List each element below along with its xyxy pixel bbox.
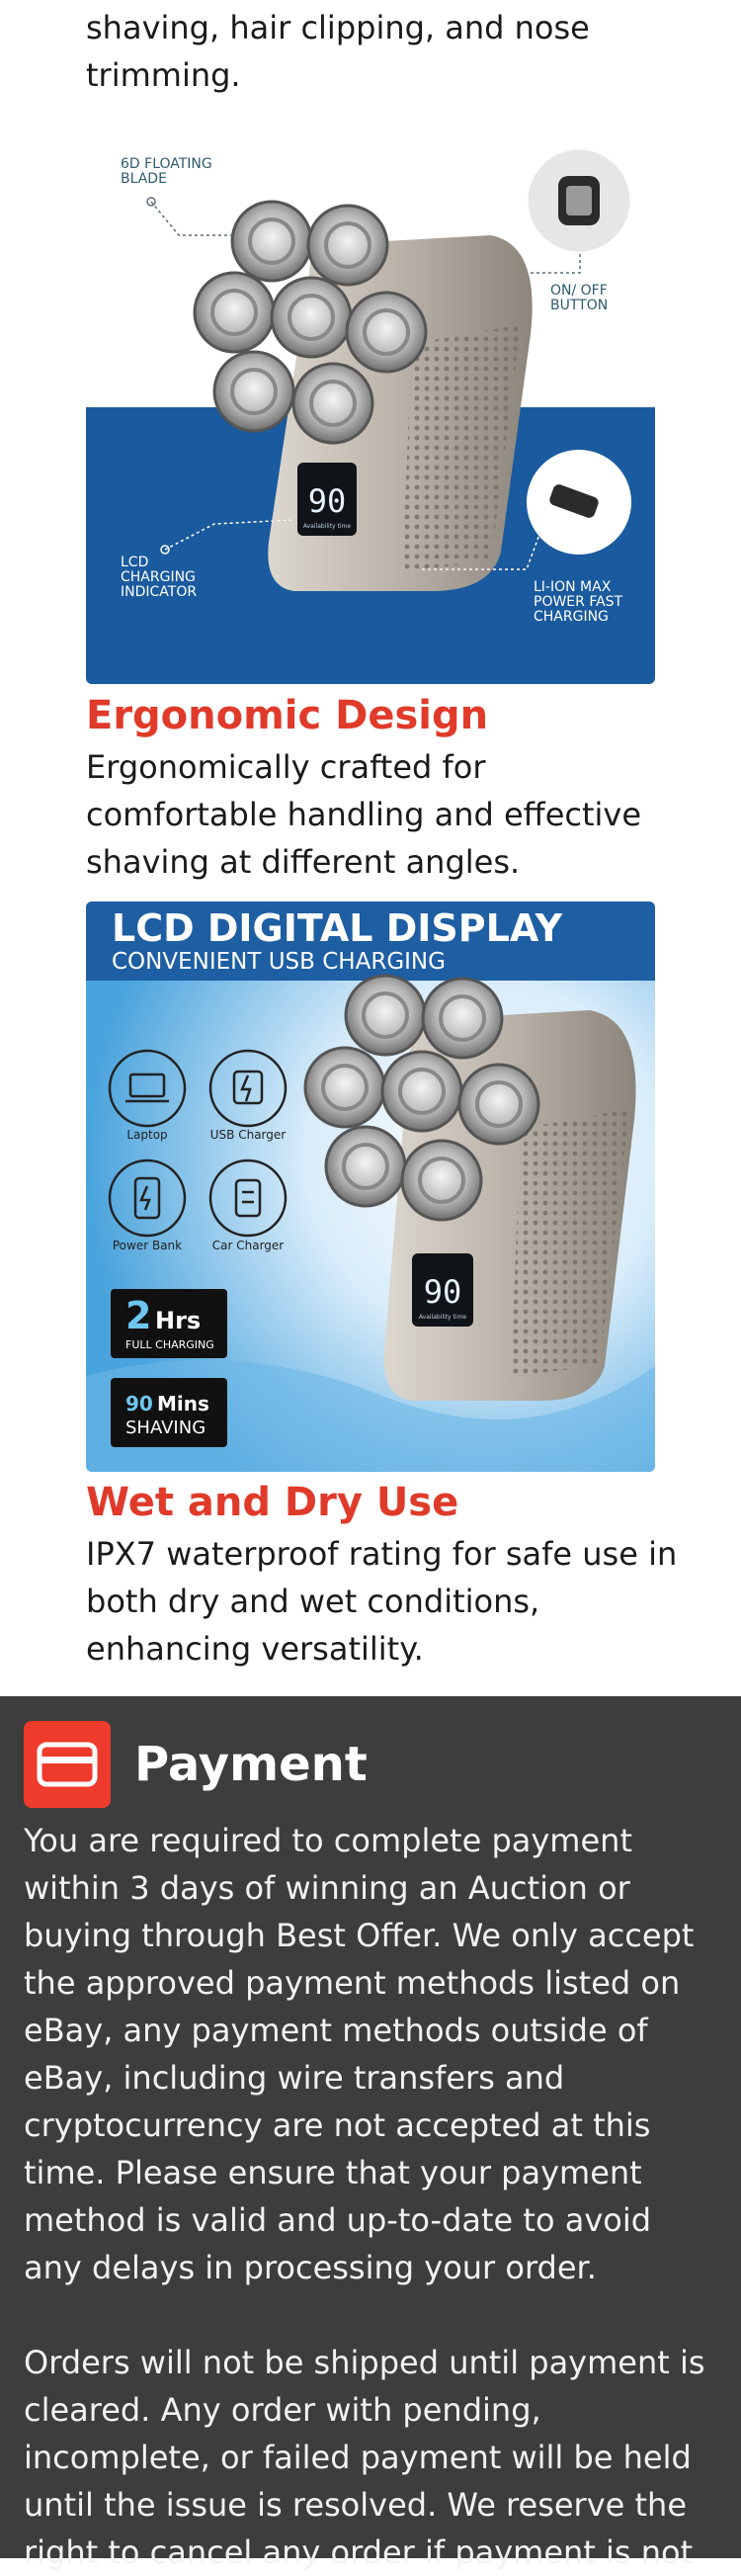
lcd-subtitle: CONVENIENT USB CHARGING [112, 949, 446, 975]
icon-label-car: Car Charger [212, 1239, 285, 1252]
payment-section: Payment You are required to complete pay… [0, 1696, 741, 2571]
badge2-label: SHAVING [125, 1417, 206, 1438]
lcd-display-image: LCD DIGITAL DISPLAY CONVENIENT USB CHARG… [86, 902, 655, 1472]
badge1-label: FULL CHARGING [125, 1338, 214, 1351]
icon-label-laptop: Laptop [126, 1128, 167, 1142]
badge2-number: 90 [125, 1392, 153, 1416]
feature-heading-wet-dry: Wet and Dry Use [86, 1480, 459, 1525]
shaver-screen-number: 90 [308, 482, 347, 520]
badge1-number: 2 [125, 1294, 151, 1337]
icon-label-powerbank: Power Bank [113, 1239, 182, 1252]
lcd-screen-sub: Availability time [419, 1314, 466, 1321]
shaver-screen-sub: Availability time [303, 523, 351, 530]
lcd-title: LCD DIGITAL DISPLAY [112, 906, 563, 950]
feature-text-ergonomic: Ergonomically crafted for comfortable ha… [86, 748, 642, 881]
feature-text-wet-dry: IPX7 waterproof rating for safe use in b… [86, 1535, 678, 1668]
feature-heading-ergonomic: Ergonomic Design [86, 693, 489, 738]
intro-text: shaving, hair clipping, and nose trimmin… [86, 9, 590, 94]
lcd-screen-number: 90 [424, 1273, 462, 1311]
badge2-unit: Mins [157, 1392, 209, 1416]
payment-title: Payment [134, 1737, 368, 1792]
badge1-unit: Hrs [155, 1307, 201, 1334]
shaver-diagram-image: 90 Availability time 6D FLOATING BLADE O… [86, 136, 655, 684]
payment-paragraph-2: Orders will not be shipped until payment… [24, 2344, 705, 2571]
credit-card-icon [24, 1721, 111, 1808]
payment-paragraph-1: You are required to complete payment wit… [24, 1822, 695, 2286]
product-description-section: shaving, hair clipping, and nose trimmin… [0, 0, 741, 1696]
label-onoff: ON/ OFF BUTTON [550, 283, 608, 313]
icon-label-usb: USB Charger [210, 1128, 287, 1142]
